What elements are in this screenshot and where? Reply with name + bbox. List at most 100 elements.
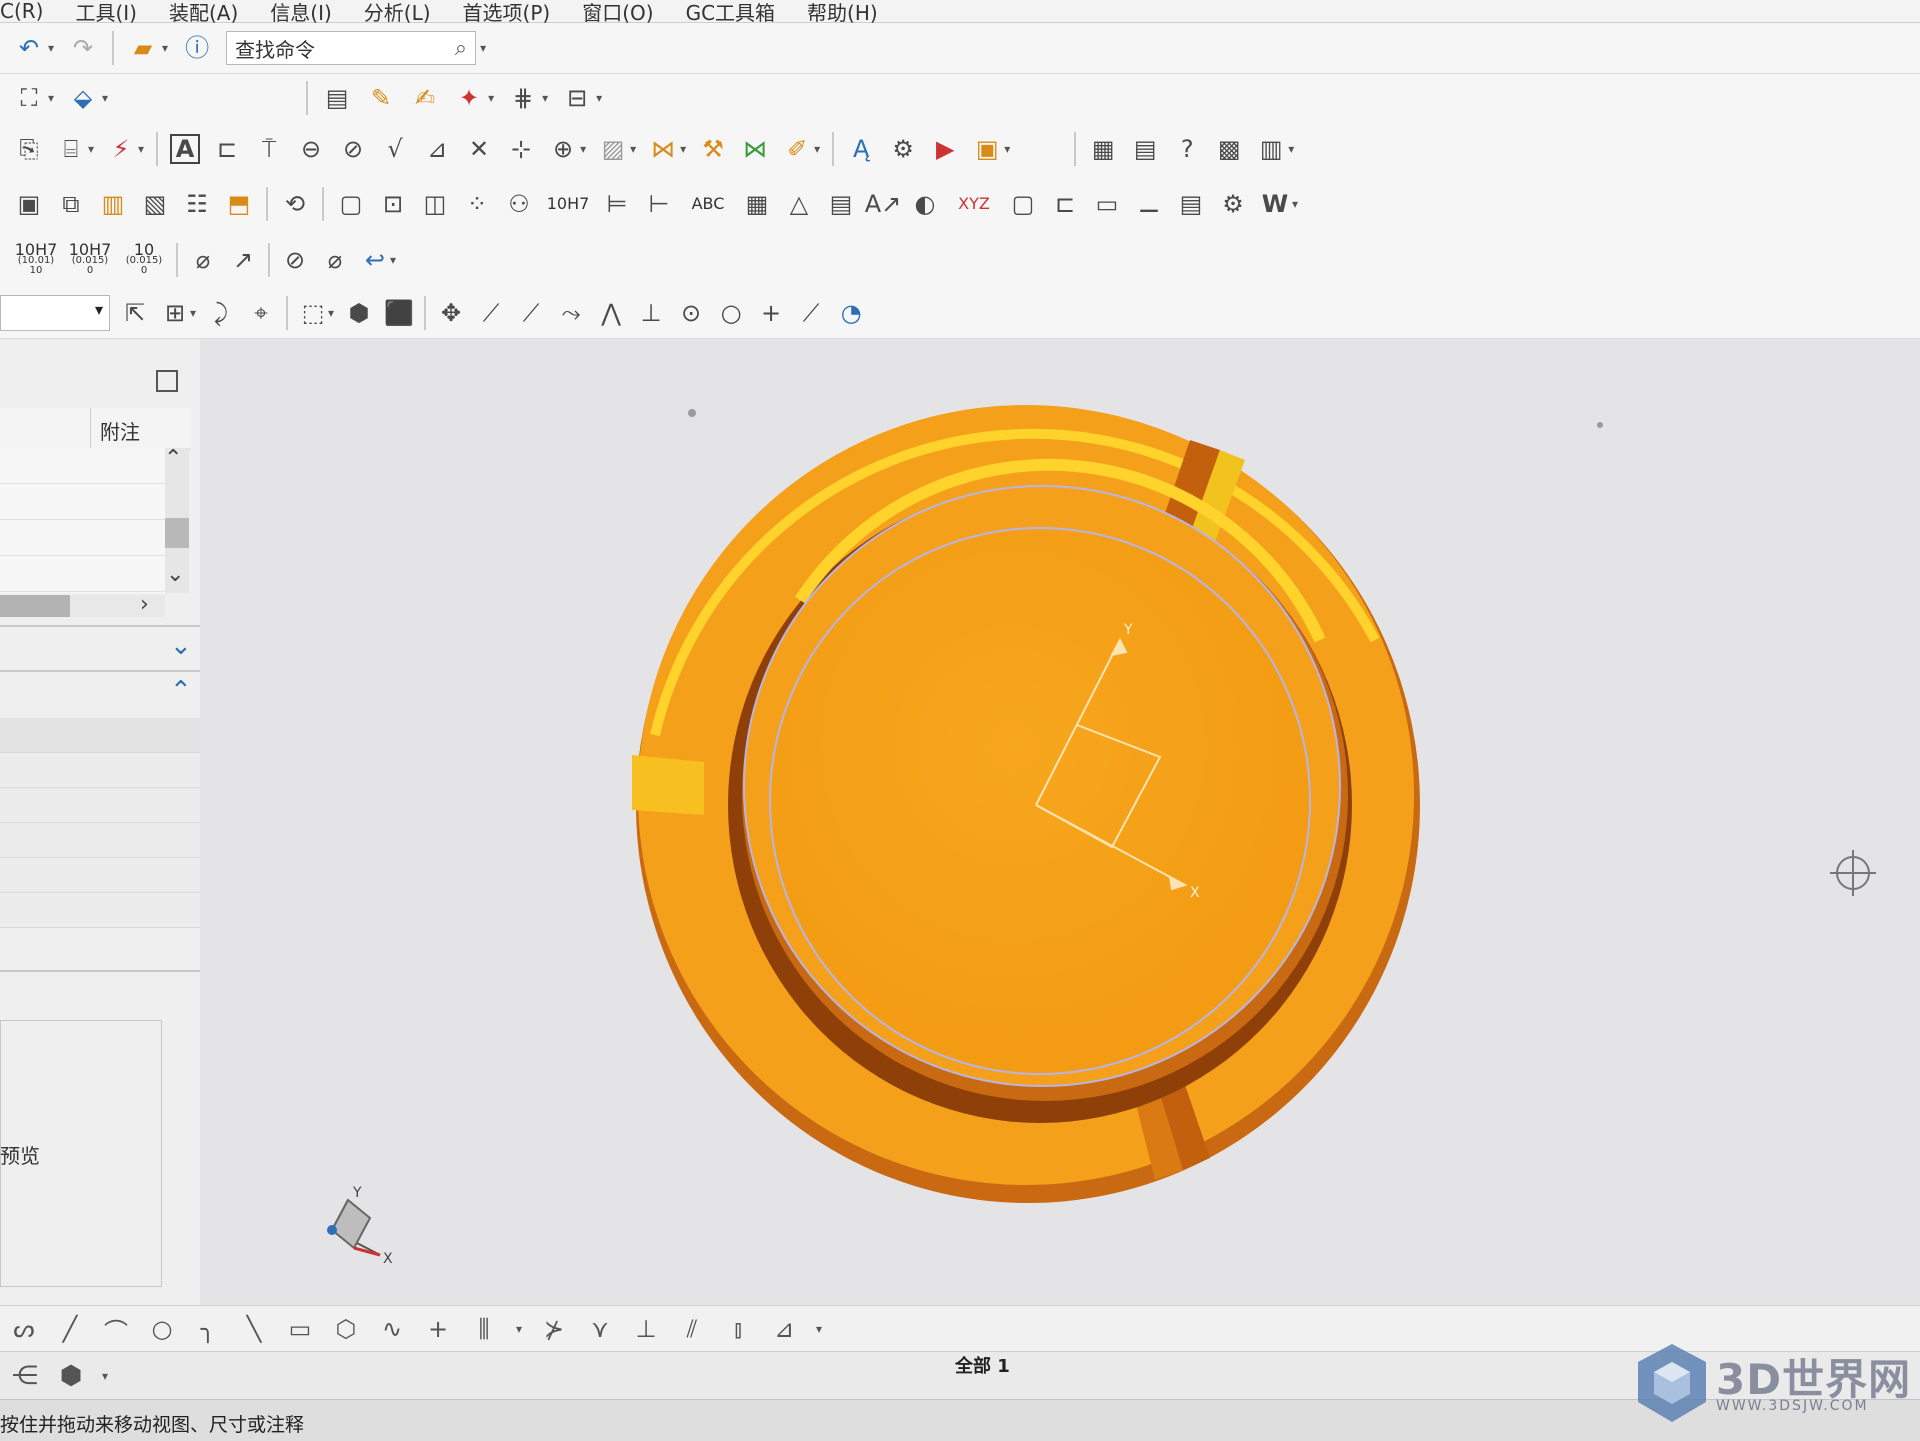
list-item[interactable] — [0, 788, 200, 823]
tree-list-icon[interactable]: ☷ — [182, 189, 212, 219]
command-search-input[interactable]: 查找命令 ⌕ — [226, 31, 477, 65]
table-icon[interactable]: ▤ — [1130, 134, 1160, 164]
wrench-icon[interactable]: ✐ — [782, 134, 812, 164]
scroll-up-icon[interactable]: ⌃ — [164, 446, 182, 471]
arc-icon[interactable]: ⌒ — [102, 1315, 130, 1346]
note-text-icon[interactable]: A — [170, 134, 201, 164]
block-red-icon[interactable]: ▶ — [930, 134, 960, 164]
balloon-tool-icon[interactable]: ⋈ — [648, 134, 678, 164]
triad-dropdown-icon[interactable]: ▾ — [488, 91, 494, 105]
return-arrow-icon[interactable]: ↩ — [360, 245, 390, 275]
new-sheet-icon[interactable]: ⎘ — [14, 134, 44, 164]
assembly-icon[interactable]: ⬢ — [56, 1361, 86, 1391]
parts-list-icon[interactable]: ▥ — [1256, 134, 1286, 164]
solid-body-icon[interactable]: ⬢ — [344, 298, 374, 328]
layer-tool-icon[interactable]: ⚙ — [888, 134, 918, 164]
ledger-icon[interactable]: ▧ — [140, 189, 170, 219]
revision-icon[interactable]: ⊏ — [1050, 189, 1080, 219]
control-point-icon[interactable]: ⋀ — [596, 298, 626, 328]
weld-symbol-icon[interactable]: ⊿ — [422, 134, 452, 164]
constraint-dropdown-icon[interactable]: ▾ — [816, 1322, 822, 1336]
fillet-icon[interactable]: ╮ — [194, 1315, 222, 1343]
centroid-icon[interactable]: ◐ — [910, 189, 940, 219]
list-item[interactable] — [0, 484, 165, 520]
details-section-bar[interactable]: ⌄ — [0, 625, 200, 667]
binoculars-icon[interactable]: ⚇ — [504, 189, 534, 219]
blank-frame-icon[interactable]: ▢ — [1008, 189, 1038, 219]
list-item[interactable] — [0, 858, 200, 893]
inspect-icon[interactable]: ⊘ — [338, 134, 368, 164]
expand-chevron-icon[interactable]: ⌄ — [170, 631, 192, 661]
cube-icon[interactable]: ⬛ — [384, 298, 414, 328]
tolerance-2-icon[interactable]: 10H7 (0.015) 0 — [68, 242, 112, 276]
menu-item-information[interactable]: 信息(I) — [270, 0, 332, 26]
selection-filter-dropdown[interactable]: ▾ — [0, 295, 110, 331]
search-icon[interactable]: ⌕ — [455, 36, 467, 61]
profile-icon[interactable]: ᔕ — [10, 1315, 38, 1343]
help-icon[interactable]: ? — [1172, 134, 1202, 164]
menu-item-assembly[interactable]: 装配(A) — [169, 0, 238, 26]
quick-extend-icon[interactable]: ⋎ — [586, 1315, 614, 1343]
fit-view-dropdown-icon[interactable]: ▾ — [48, 91, 54, 105]
preview-section-bar[interactable]: ⌃ — [0, 970, 217, 1012]
grid-snap-icon[interactable]: ⁘ — [462, 189, 492, 219]
polygon-icon[interactable]: ⬡ — [332, 1315, 360, 1343]
assembly-dropdown-icon[interactable]: ▾ — [102, 1369, 108, 1383]
select-pointer-icon[interactable]: ⇱ — [120, 298, 150, 328]
edit-section-icon[interactable]: ✎ — [366, 83, 396, 113]
list-item[interactable] — [0, 753, 200, 788]
orient-dropdown-icon[interactable]: ▾ — [102, 91, 108, 105]
part-model[interactable]: Y X Y X — [200, 340, 1920, 1305]
point-on-curve-icon[interactable]: ⟋ — [796, 298, 826, 328]
paint-brush-icon[interactable]: ✍ — [410, 83, 440, 113]
drawing-sheet-icon[interactable]: ▣ — [14, 189, 44, 219]
end-point-icon[interactable]: ⟋ — [476, 298, 506, 328]
sheet-template-icon[interactable]: ⌸ — [56, 134, 86, 164]
rectangle-icon[interactable]: ▭ — [286, 1315, 314, 1343]
diameter-icon[interactable]: ⊘ — [280, 245, 310, 275]
component-icon[interactable]: ⋲ — [10, 1361, 40, 1391]
intersection-point-icon[interactable]: ⊥ — [636, 298, 666, 328]
add-select-dropdown-icon[interactable]: ▾ — [190, 306, 196, 320]
layer-settings-icon[interactable]: ▤ — [322, 83, 352, 113]
center-mark-dropdown-icon[interactable]: ▾ — [580, 142, 586, 156]
book-icon[interactable]: ▥ — [98, 189, 128, 219]
balloon-dropdown-icon[interactable]: ▾ — [680, 142, 686, 156]
column-header-notes[interactable]: 附注 — [100, 416, 140, 445]
center-mark-icon[interactable]: ⊕ — [548, 134, 578, 164]
wrench-dropdown-icon[interactable]: ▾ — [814, 142, 820, 156]
list-item[interactable] — [0, 893, 200, 928]
rectangle-dropdown-icon[interactable]: ▾ — [328, 306, 334, 320]
curve-point-icon[interactable]: ⤳ — [556, 298, 586, 328]
datum-icon[interactable]: ⚡ — [106, 134, 136, 164]
scrollbar-thumb[interactable] — [0, 595, 70, 617]
chamfer-icon[interactable]: ╲ — [240, 1315, 268, 1343]
text-style-icon[interactable]: Ą — [846, 134, 876, 164]
menu-item-gc-toolbox[interactable]: GC工具箱 — [686, 0, 775, 26]
block-orange-icon[interactable]: ▣ — [972, 134, 1002, 164]
rotate-icon[interactable]: ⤸ — [206, 298, 236, 328]
hammer-icon[interactable]: ⚒ — [698, 134, 728, 164]
menu-item-preferences[interactable]: 首选项(P) — [463, 0, 551, 26]
point-icon[interactable]: + — [424, 1315, 452, 1343]
offset-dropdown-icon[interactable]: ▾ — [516, 1322, 522, 1336]
list-item[interactable] — [0, 823, 200, 858]
image-icon[interactable]: ▨ — [598, 134, 628, 164]
radial-dimension-icon[interactable]: ↗ — [228, 245, 258, 275]
mid-point-icon[interactable]: ⟋ — [516, 298, 546, 328]
line-icon[interactable]: ╱ — [56, 1315, 84, 1343]
menu-item-help[interactable]: 帮助(H) — [807, 0, 878, 26]
dimension-icon[interactable]: ⊨ — [602, 189, 632, 219]
properties-icon[interactable]: ▤ — [1176, 189, 1206, 219]
datum-dropdown-icon[interactable]: ▾ — [138, 142, 144, 156]
abc-tool-icon[interactable]: ⬒ — [224, 189, 254, 219]
info-icon[interactable]: ⓘ — [182, 33, 212, 63]
refresh-view-icon[interactable]: ⟲ — [280, 189, 310, 219]
surface-finish-icon[interactable]: √ — [380, 134, 410, 164]
block-dropdown-icon[interactable]: ▾ — [1004, 142, 1010, 156]
point-on-face-icon[interactable]: ◔ — [836, 298, 866, 328]
undo-dropdown-icon[interactable]: ▾ — [48, 41, 54, 55]
graphics-window[interactable]: Y X Y X — [200, 340, 1920, 1305]
tolerance-1-icon[interactable]: 10H7 (10.01) 10 — [14, 242, 58, 276]
snap-icon[interactable]: ⋕ — [508, 83, 538, 113]
